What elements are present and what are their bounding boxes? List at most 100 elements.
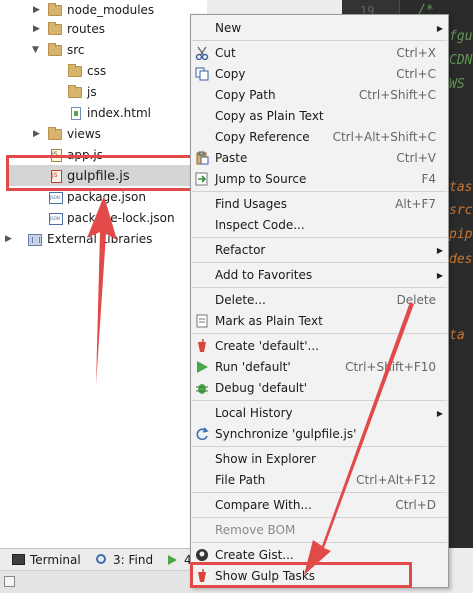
menu-item-label: Cut [215, 46, 236, 60]
terminal-icon [12, 554, 25, 565]
menu-item-label: Copy Path [215, 88, 276, 102]
sync-icon [195, 427, 209, 441]
menu-item-label: Remove BOM [215, 523, 296, 537]
menu-item-label: Debug 'default' [215, 381, 308, 395]
status-bar [0, 570, 191, 593]
code-line: des [449, 252, 473, 267]
menu-item-add-to-favorites[interactable]: Add to Favorites ▶ [191, 265, 448, 286]
menu-item-copy-path[interactable]: Copy Path Ctrl+Shift+C [191, 85, 448, 106]
menu-item-label: Copy [215, 67, 246, 81]
menu-item-label: Add to Favorites [215, 268, 313, 282]
code-line: ta [449, 328, 465, 343]
submenu-arrow-icon: ▶ [436, 409, 443, 418]
submenu-arrow-icon: ▶ [436, 24, 443, 33]
menu-separator [192, 400, 447, 401]
tree-item-label: package-lock.json [67, 211, 175, 225]
tree-item-index-html[interactable]: index.html [0, 103, 207, 124]
menu-item-label: Paste [215, 151, 248, 165]
code-line: tas [449, 180, 473, 195]
menu-item-new[interactable]: New ▶ [191, 18, 448, 39]
tree-item-package-lock-json[interactable]: package-lock.json [0, 208, 207, 229]
menu-item-label: Show in Explorer [215, 452, 316, 466]
code-line: fgu [449, 29, 473, 44]
menu-item-label: Synchronize 'gulpfile.js' [215, 427, 357, 441]
menu-item-cut[interactable]: Cut Ctrl+X [191, 43, 448, 64]
menu-item-copy-plain-text[interactable]: Copy as Plain Text [191, 106, 448, 127]
menu-item-local-history[interactable]: Local History ▶ [191, 403, 448, 424]
tree-item-routes[interactable]: ▶ routes [0, 19, 207, 40]
menu-item-copy[interactable]: Copy Ctrl+C [191, 64, 448, 85]
menu-separator [192, 287, 447, 288]
folder-icon [48, 22, 62, 35]
menu-item-label: Refactor [215, 243, 266, 257]
menu-item-paste[interactable]: Paste Ctrl+V [191, 148, 448, 169]
find-label: 3: Find [113, 553, 154, 567]
menu-item-find-usages[interactable]: Find Usages Alt+F7 [191, 194, 448, 215]
menu-item-inspect-code[interactable]: Inspect Code... [191, 215, 448, 236]
folder-icon [48, 43, 62, 56]
folder-icon [48, 127, 62, 140]
menu-item-create-default[interactable]: Create 'default'... [191, 336, 448, 357]
menu-item-label: Copy Reference [215, 130, 310, 144]
tree-item-label: css [87, 64, 107, 78]
html-file-icon [71, 107, 81, 120]
tree-item-external-libraries[interactable]: ▶ External Libraries [0, 229, 207, 250]
plain-text-icon [195, 314, 209, 328]
menu-separator [192, 517, 447, 518]
menu-item-show-in-explorer[interactable]: Show in Explorer [191, 449, 448, 470]
menu-item-refactor[interactable]: Refactor ▶ [191, 240, 448, 261]
menu-item-copy-reference[interactable]: Copy Reference Ctrl+Alt+Shift+C [191, 127, 448, 148]
debug-icon [195, 381, 209, 395]
menu-item-compare-with[interactable]: Compare With... Ctrl+D [191, 495, 448, 516]
folder-icon [48, 3, 62, 16]
menu-item-run-default[interactable]: Run 'default' Ctrl+Shift+F10 [191, 357, 448, 378]
collapse-arrow-icon[interactable]: ▼ [32, 40, 39, 61]
menu-item-jump-to-source[interactable]: Jump to Source F4 [191, 169, 448, 190]
menu-item-shortcut: Ctrl+C [396, 67, 436, 81]
gulp-icon [195, 339, 209, 353]
menu-item-synchronize[interactable]: Synchronize 'gulpfile.js' [191, 424, 448, 445]
search-icon [96, 554, 106, 564]
expand-arrow-icon[interactable]: ▶ [33, 0, 40, 21]
layout-icon[interactable] [4, 576, 15, 587]
menu-item-label: Copy as Plain Text [215, 109, 324, 123]
tree-item-css[interactable]: css [0, 61, 207, 82]
menu-item-file-path[interactable]: File Path Ctrl+Alt+F12 [191, 470, 448, 491]
code-line: WS [449, 77, 465, 92]
tree-item-label: views [67, 127, 101, 141]
expand-arrow-icon[interactable]: ▶ [33, 124, 40, 145]
menu-separator [192, 542, 447, 543]
menu-item-label: Compare With... [215, 498, 312, 512]
jump-to-source-icon [195, 172, 209, 186]
folder-icon [68, 85, 82, 98]
expand-arrow-icon[interactable]: ▶ [33, 19, 40, 40]
menu-separator [192, 237, 447, 238]
github-icon [195, 548, 209, 562]
tree-item-node-modules[interactable]: ▶ node_modules [0, 0, 207, 21]
copy-icon [195, 67, 209, 81]
menu-item-debug-default[interactable]: Debug 'default' [191, 378, 448, 399]
menu-item-label: Jump to Source [215, 172, 307, 186]
tree-item-label: node_modules [67, 3, 155, 17]
menu-item-label: Run 'default' [215, 360, 291, 374]
menu-item-mark-plain-text[interactable]: Mark as Plain Text [191, 311, 448, 332]
tree-item-label: src [67, 43, 85, 57]
menu-item-delete[interactable]: Delete... Delete [191, 290, 448, 311]
paste-icon [195, 151, 209, 165]
menu-item-shortcut: Ctrl+X [396, 46, 436, 60]
terminal-label: Terminal [30, 553, 81, 567]
expand-arrow-icon[interactable]: ▶ [5, 229, 12, 250]
menu-item-shortcut: Ctrl+Shift+F10 [345, 360, 436, 374]
code-line: src [449, 203, 473, 218]
submenu-arrow-icon: ▶ [436, 246, 443, 255]
tree-item-label: index.html [87, 106, 151, 120]
folder-icon [68, 64, 82, 77]
tree-item-js[interactable]: js [0, 82, 207, 103]
tool-window-bar: Terminal 3: Find 4 [0, 548, 192, 570]
tree-item-src[interactable]: ▼ src [0, 40, 207, 61]
menu-item-label: New [215, 21, 242, 35]
tree-item-label: js [87, 85, 97, 99]
menu-item-shortcut: Ctrl+D [395, 498, 436, 512]
tree-item-label: routes [67, 22, 105, 36]
tree-item-views[interactable]: ▶ views [0, 124, 207, 145]
